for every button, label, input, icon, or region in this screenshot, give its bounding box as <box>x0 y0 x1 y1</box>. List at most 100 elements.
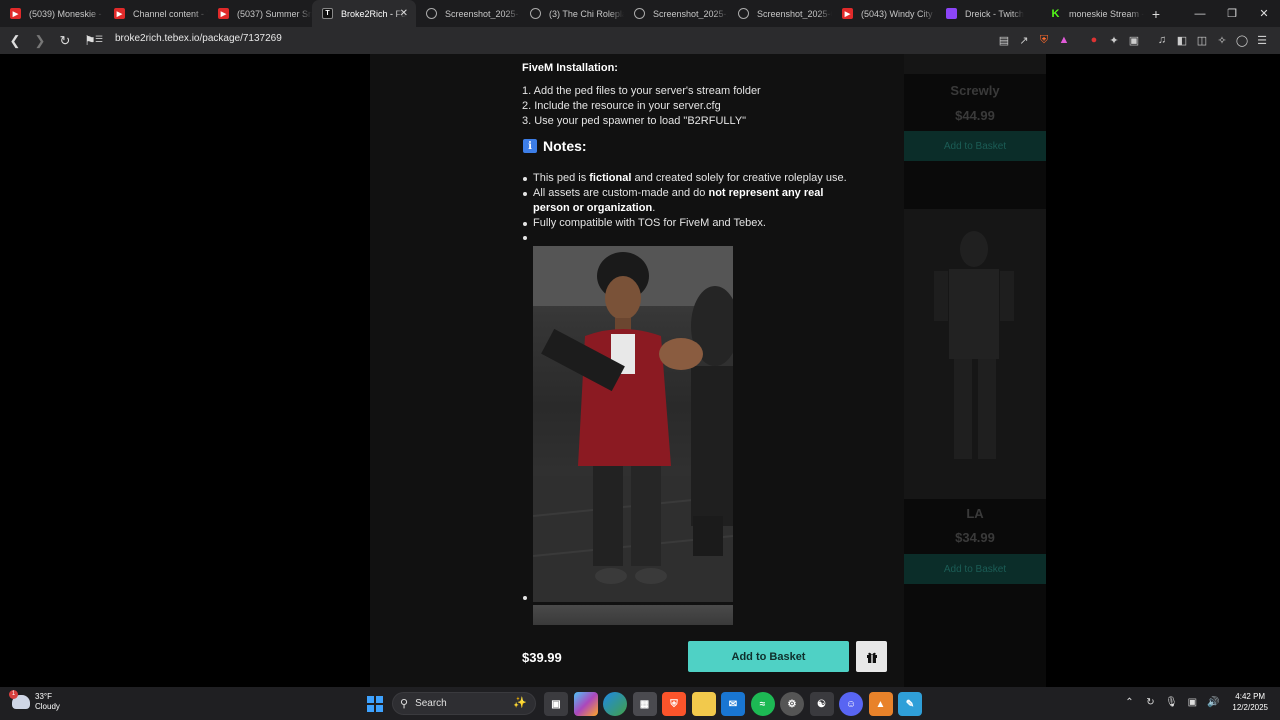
sync-icon[interactable]: ↻ <box>1141 693 1159 711</box>
navigation-bar: ❮ ❯ ↻ ⚑ ☰ broke2rich.tebex.io/package/71… <box>0 27 1280 54</box>
note-item: This ped is fictional and created solely… <box>522 171 862 186</box>
steam-icon[interactable]: ⚙ <box>780 692 804 716</box>
start-button[interactable] <box>367 696 383 712</box>
store-icon[interactable]: ▦ <box>632 692 657 716</box>
edge-icon[interactable] <box>603 692 627 716</box>
ped-preview-image-2[interactable] <box>533 605 733 625</box>
spotify-icon[interactable]: ≈ <box>750 692 775 716</box>
tab-title: Screenshot_2025-1 <box>653 8 728 19</box>
note-item: Fully compatible with TOS for FiveM and … <box>522 216 862 231</box>
gift-button[interactable] <box>856 641 887 672</box>
browser-tab[interactable]: ▶ Channel content - Y <box>104 0 208 27</box>
screenshot-icon[interactable]: ▣ <box>1124 30 1144 50</box>
card-name[interactable]: LA <box>904 506 1046 521</box>
tab-title: moneskie Stream - <box>1069 8 1144 19</box>
browser-tab-strip: ▶ (5039) Moneskie - Y ▶ Channel content - Y… <box>0 0 1280 27</box>
browser-tab[interactable]: T Broke2Rich - Fu ✕ <box>312 0 416 27</box>
ped-preview-image[interactable] <box>533 246 733 602</box>
add-to-basket-button[interactable]: Add to Basket <box>688 641 849 672</box>
browser-tab[interactable]: Screenshot_2025-1 <box>624 0 728 27</box>
clock-time: 4:42 PM <box>1235 692 1266 701</box>
address-bar-url[interactable]: broke2rich.tebex.io/package/7137269 <box>115 33 282 44</box>
mail-icon[interactable]: ✉ <box>721 692 745 716</box>
tab-title: Screenshot_2025-1 <box>445 8 520 19</box>
leo-ai-icon[interactable]: ✧ <box>1212 30 1232 50</box>
task-view-icon[interactable]: ▣ <box>544 692 568 716</box>
tab-list: ▶ (5039) Moneskie - Y ▶ Channel content - Y… <box>0 0 1144 27</box>
discord-icon[interactable]: ☺ <box>839 692 863 716</box>
share-icon[interactable]: ↗ <box>1014 30 1034 50</box>
browser-tab[interactable]: ▶ (5039) Moneskie - Y <box>0 0 104 27</box>
brave-shields-icon[interactable]: ⛨ <box>1034 30 1054 50</box>
music-icon[interactable]: ♫ <box>1152 30 1172 50</box>
wallet-icon[interactable]: ◫ <box>1192 30 1212 50</box>
notes-list: This ped is fictional and created solely… <box>522 171 862 231</box>
app-icon[interactable]: ▲ <box>868 692 893 716</box>
copilot-sparkle-icon: ✨ <box>513 697 527 709</box>
globe-icon <box>634 8 645 19</box>
youtube-icon: ▶ <box>842 8 853 19</box>
close-tab-icon[interactable]: ✕ <box>400 8 408 19</box>
file-explorer-icon[interactable] <box>691 692 716 716</box>
youtube-icon: ▶ <box>218 8 229 19</box>
browser-tab[interactable]: Screenshot_2025-1 <box>416 0 520 27</box>
card-name[interactable]: Screwly <box>904 83 1046 98</box>
app-icon[interactable]: ✎ <box>898 692 922 716</box>
tebex-icon: T <box>322 8 333 19</box>
list-bullet <box>523 596 527 600</box>
search-placeholder: Search <box>415 698 447 709</box>
back-button[interactable]: ❮ <box>5 31 25 51</box>
note-bold: fictional <box>589 172 632 184</box>
volume-icon[interactable]: 🔊 <box>1204 693 1222 711</box>
browser-tab[interactable]: Kmoneskie Stream - <box>1040 0 1144 27</box>
tab-title: (5037) Summer Sm <box>237 8 312 19</box>
weather-badge: 1 <box>9 690 18 699</box>
tab-title: (5043) Windy City V <box>861 8 936 19</box>
ublock-icon[interactable]: ● <box>1084 30 1104 50</box>
card-image <box>904 54 1046 74</box>
search-icon: ⚲ <box>400 698 409 710</box>
card-add-to-basket-button[interactable]: Add to Basket <box>904 131 1046 161</box>
card-image[interactable] <box>904 209 1046 499</box>
microphone-icon[interactable]: 🎙 <box>1162 693 1180 711</box>
windows-taskbar: 1 33°F Cloudy ⚲ Search ✨ ▣ ▦ ⛨ ✉ ≈ ⚙ ☯ ☺… <box>0 687 1280 720</box>
weather-widget[interactable]: 1 33°F Cloudy <box>9 690 60 712</box>
site-info-icon[interactable]: ☰ <box>95 34 105 44</box>
brave-icon[interactable]: ⛨ <box>662 692 686 716</box>
browser-tab[interactable]: (3) The Chi Roleplay <box>520 0 624 27</box>
tab-title: Screenshot_2025-0 <box>757 8 832 19</box>
chevron-up-icon[interactable]: ⌃ <box>1120 693 1138 711</box>
copilot-icon[interactable] <box>573 692 598 716</box>
network-icon[interactable]: ▣ <box>1183 693 1201 711</box>
card-price: $34.99 <box>955 530 995 545</box>
kick-icon: K <box>1051 7 1060 20</box>
menu-icon[interactable]: ☰ <box>1252 30 1272 50</box>
notes-title: Notes: <box>543 138 587 154</box>
clock[interactable]: 4:42 PM 12/2/2025 <box>1232 691 1268 713</box>
minimize-button[interactable]: — <box>1184 0 1216 27</box>
card-add-to-basket-button[interactable]: Add to Basket <box>904 554 1046 584</box>
forward-button[interactable]: ❯ <box>30 31 50 51</box>
brave-rewards-icon[interactable]: ▲ <box>1054 30 1074 50</box>
new-tab-button[interactable]: + <box>1144 0 1168 27</box>
window-controls: — ❐ ✕ <box>1184 0 1280 27</box>
taskbar-search[interactable]: ⚲ Search ✨ <box>392 692 536 715</box>
restore-button[interactable]: ❐ <box>1216 0 1248 27</box>
note-text: and created solely for creative roleplay… <box>631 172 847 184</box>
sidebar-toggle-icon[interactable]: ◧ <box>1172 30 1192 50</box>
reload-button[interactable]: ↻ <box>55 31 75 51</box>
extensions-icon[interactable]: ✦ <box>1104 30 1124 50</box>
info-icon: i <box>523 139 537 153</box>
cloud-icon: 1 <box>9 690 30 709</box>
browser-tab[interactable]: ▶ (5043) Windy City V <box>832 0 936 27</box>
vpn-icon[interactable]: ◯ <box>1232 30 1252 50</box>
app-icon[interactable]: ☯ <box>809 692 834 716</box>
browser-tab[interactable]: Dreick - Twitch <box>936 0 1040 27</box>
installation-heading: FiveM Installation: <box>522 62 618 74</box>
browser-tab[interactable]: ▶ (5037) Summer Sm <box>208 0 312 27</box>
browser-tab[interactable]: Screenshot_2025-0 <box>728 0 832 27</box>
close-window-button[interactable]: ✕ <box>1248 0 1280 27</box>
package-description: FiveM Installation: 1. Add the ped files… <box>370 54 904 687</box>
reader-mode-icon[interactable]: ▤ <box>994 30 1014 50</box>
ped-silhouette <box>934 231 1014 459</box>
